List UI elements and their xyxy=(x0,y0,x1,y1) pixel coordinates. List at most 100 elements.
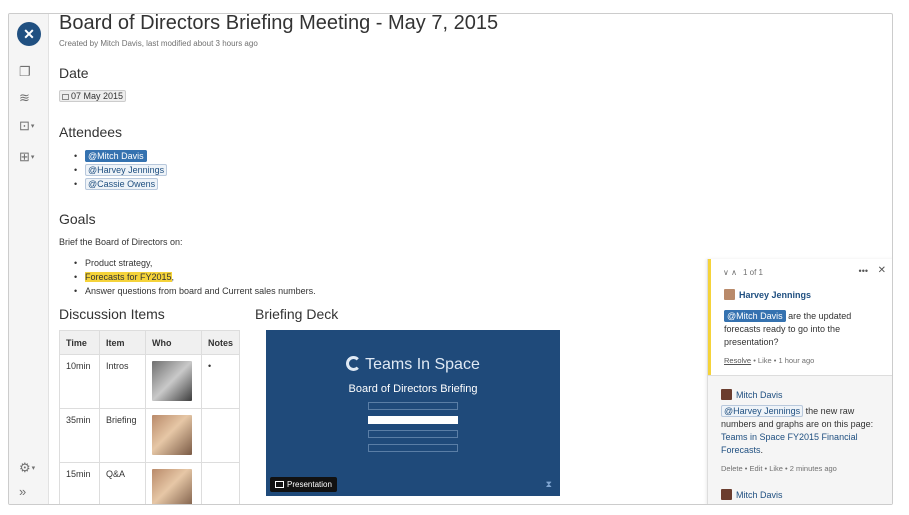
punctuation: , xyxy=(171,272,175,282)
goals-heading: Goals xyxy=(59,211,96,227)
list-item: @Mitch Davis xyxy=(74,149,167,163)
table-row: 35min Briefing xyxy=(59,408,241,463)
notes-cell: • xyxy=(200,354,241,409)
table-header-row: Time Item Who Notes xyxy=(59,330,241,355)
notes-cell xyxy=(200,462,241,504)
comment-author[interactable]: Mitch Davis xyxy=(721,389,783,400)
who-cell xyxy=(145,462,202,504)
notes-cell xyxy=(200,408,241,463)
presentation-button[interactable]: Presentation xyxy=(270,477,337,492)
attendees-list: @Mitch Davis @Harvey Jennings @Cassie Ow… xyxy=(74,149,168,191)
page-title: Board of Directors Briefing Meeting - Ma… xyxy=(59,13,499,34)
briefing-deck-preview[interactable]: Teams In Space Board of Directors Briefi… xyxy=(266,330,560,496)
chevron-down-icon: ▾ xyxy=(30,153,35,161)
page-link[interactable]: Teams in Space FY2015 Financial Forecast… xyxy=(721,432,858,455)
comment-body: @Harvey Jennings the new raw numbers and… xyxy=(721,405,886,457)
calendar-icon xyxy=(62,94,69,100)
date-heading: Date xyxy=(59,65,89,81)
user-mention[interactable]: @Mitch Davis xyxy=(724,310,786,322)
time-cell: 10min xyxy=(59,354,100,409)
avatar xyxy=(721,489,732,500)
confluence-logo-icon[interactable]: ✕ xyxy=(17,22,41,46)
comment-actions: Resolve • Like • 1 hour ago xyxy=(724,356,814,365)
goals-list: Product strategy, Forecasts for FY2015, … xyxy=(74,256,316,298)
close-icon[interactable]: ✕ xyxy=(878,265,886,276)
who-cell xyxy=(145,408,202,463)
deck-brand: Teams In Space xyxy=(266,356,560,374)
settings-icon[interactable]: ⚙▾ xyxy=(19,460,41,476)
list-item: Product strategy, xyxy=(74,256,316,270)
chevron-down-icon: ▾ xyxy=(30,122,35,130)
attendees-heading: Attendees xyxy=(59,124,123,140)
discussion-table: Time Item Who Notes 10min Intros • 35min… xyxy=(59,330,241,504)
discussion-heading: Discussion Items xyxy=(59,306,165,322)
deck-field xyxy=(368,402,458,410)
deck-field xyxy=(368,430,458,438)
comment-body: @Mitch Davis are the updated forecasts r… xyxy=(724,310,889,349)
who-cell xyxy=(145,354,202,409)
comment-actions[interactable]: Delete • Edit • Like • 2 minutes ago xyxy=(721,464,837,473)
author-name: Mitch Davis xyxy=(736,390,783,400)
deck-field xyxy=(368,416,458,424)
column-header: Item xyxy=(99,330,146,355)
highlighted-text[interactable]: Forecasts for FY2015 xyxy=(85,272,172,282)
presentation-icon xyxy=(275,481,284,488)
inline-comments-panel: ∨ ∧ 1 of 1 ••• ✕ Harvey Jennings @Mitch D… xyxy=(707,259,892,504)
time-cell: 35min xyxy=(59,408,100,463)
table-row: 15min Q&A xyxy=(59,462,241,504)
create-icon[interactable]: ⊡▾ xyxy=(19,118,41,134)
table-row: 10min Intros • xyxy=(59,354,241,409)
expand-icon[interactable]: » xyxy=(19,484,41,500)
avatar[interactable] xyxy=(152,469,192,504)
avatar[interactable] xyxy=(152,415,192,455)
page-byline: Created by Mitch Davis, last modified ab… xyxy=(59,39,258,48)
column-header: Notes xyxy=(200,330,241,355)
feed-icon[interactable]: ≋ xyxy=(19,90,41,106)
comment-author[interactable]: Mitch Davis xyxy=(721,489,783,500)
user-mention[interactable]: @Cassie Owens xyxy=(85,178,159,190)
deck-heading: Briefing Deck xyxy=(255,306,339,322)
deck-field xyxy=(368,444,458,452)
item-cell: Intros xyxy=(99,354,146,409)
pages-icon[interactable]: ❐ xyxy=(19,64,41,80)
list-item: Answer questions from board and Current … xyxy=(74,284,316,298)
user-mention[interactable]: @Mitch Davis xyxy=(85,150,147,162)
column-header: Time xyxy=(59,330,100,355)
comment-nav: ∨ ∧ 1 of 1 xyxy=(723,268,763,277)
avatar xyxy=(721,389,732,400)
list-item: Forecasts for FY2015, xyxy=(74,270,316,284)
date-chip[interactable]: 07 May 2015 xyxy=(59,90,127,102)
comment-author[interactable]: Harvey Jennings xyxy=(724,289,811,300)
list-item: @Harvey Jennings xyxy=(74,163,168,177)
author-name: Mitch Davis xyxy=(736,490,783,500)
list-item: @Cassie Owens xyxy=(74,177,167,191)
item-cell: Briefing xyxy=(99,408,146,463)
user-mention[interactable]: @Harvey Jennings xyxy=(721,405,804,417)
comment-position: 1 of 1 xyxy=(742,268,763,277)
page-content: Board of Directors Briefing Meeting - Ma… xyxy=(59,14,709,504)
confluence-window: ✕ ❐ ≋ ⊡▾ ⊞▾ ⚙▾ » Board of Directors Brie… xyxy=(8,13,893,505)
deck-brand-text: Teams In Space xyxy=(365,356,480,373)
author-name: Harvey Jennings xyxy=(739,290,812,300)
chevron-down-icon[interactable]: ∨ xyxy=(723,268,729,277)
tree-icon[interactable]: ⊞▾ xyxy=(19,149,41,165)
sidebar: ✕ ❐ ≋ ⊡▾ ⊞▾ ⚙▾ » xyxy=(9,14,49,504)
comment-thread: ∨ ∧ 1 of 1 ••• ✕ Harvey Jennings @Mitch D… xyxy=(708,259,892,375)
avatar[interactable] xyxy=(152,361,192,401)
deck-subtitle: Board of Directors Briefing xyxy=(348,383,478,395)
avatar xyxy=(724,289,735,300)
chevron-down-icon: ▾ xyxy=(31,464,36,472)
date-value: 07 May 2015 xyxy=(71,91,124,101)
resolve-link[interactable]: Resolve xyxy=(724,356,751,365)
goals-intro: Brief the Board of Directors on: xyxy=(59,237,183,247)
comment-meta: • Like • 1 hour ago xyxy=(751,356,815,365)
user-mention[interactable]: @Harvey Jennings xyxy=(85,164,168,176)
comment-reply: Mitch Davis @Harvey Jennings the new raw… xyxy=(708,375,892,504)
more-icon[interactable]: ••• xyxy=(859,266,868,276)
item-cell: Q&A xyxy=(99,462,146,504)
column-header: Who xyxy=(145,330,202,355)
chevron-up-icon[interactable]: ∧ xyxy=(731,268,737,277)
teams-in-space-logo-icon xyxy=(346,356,362,371)
presentation-label: Presentation xyxy=(287,480,332,489)
hourglass-icon: ⧗ xyxy=(545,479,552,489)
